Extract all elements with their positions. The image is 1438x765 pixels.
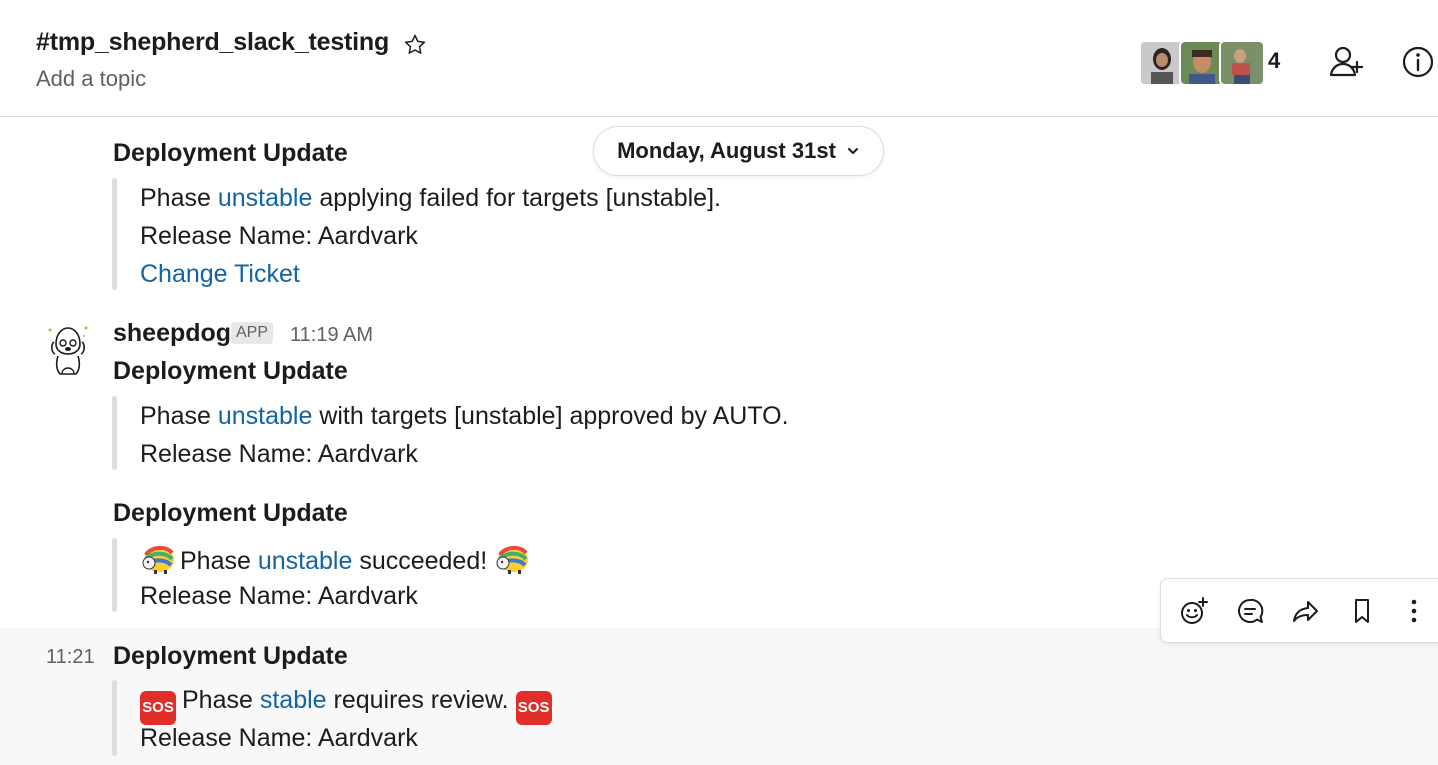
message-text: Phase: [140, 402, 218, 430]
message-title: Deployment Update: [113, 357, 348, 385]
message-line: Phase unstable applying failed for targe…: [140, 183, 721, 213]
phase-link[interactable]: unstable: [218, 184, 313, 212]
phase-link[interactable]: unstable: [258, 547, 353, 575]
date-divider[interactable]: Monday, August 31st: [593, 126, 884, 176]
message-actions-toolbar: [1160, 578, 1438, 643]
message-line: Phase unstable succeeded!: [140, 543, 534, 576]
phase-link[interactable]: unstable: [218, 402, 313, 430]
attachment-bar: [112, 396, 117, 470]
sender-name[interactable]: sheepdog: [113, 318, 231, 348]
member-count[interactable]: 4: [1268, 48, 1280, 74]
release-name: Release Name: Aardvark: [140, 440, 418, 468]
message-text: applying failed for targets [unstable].: [312, 184, 721, 212]
message-title: Deployment Update: [113, 139, 348, 167]
release-name: Release Name: Aardvark: [140, 222, 418, 250]
star-icon[interactable]: [402, 32, 428, 58]
attachment-bar: [112, 680, 117, 756]
message-text: Phase: [140, 184, 218, 212]
attachment-bar: [112, 538, 117, 612]
message-text: requires review.: [326, 686, 509, 714]
message-line: Phase unstable with targets [unstable] a…: [140, 401, 789, 431]
app-badge: APP: [231, 322, 274, 344]
add-member-icon[interactable]: [1326, 42, 1366, 82]
release-name: Release Name: Aardvark: [140, 582, 418, 610]
sos-emoji: SOS: [140, 691, 176, 725]
channel-topic[interactable]: Add a topic: [36, 66, 146, 92]
message-text: with targets [unstable] approved by AUTO…: [312, 402, 789, 430]
share-icon[interactable]: [1290, 595, 1322, 627]
party-sheep-icon: [494, 543, 530, 575]
date-label: Monday, August 31st: [617, 138, 836, 163]
message-text: Phase: [180, 547, 258, 575]
info-icon[interactable]: [1398, 42, 1438, 82]
message-text: Phase: [182, 686, 260, 714]
attachment-bar: [112, 178, 117, 290]
sos-emoji: SOS: [515, 691, 552, 725]
message-title: Deployment Update: [113, 499, 348, 527]
message-line: SOS Phase stable requires review. SOS: [140, 685, 558, 725]
release-name: Release Name: Aardvark: [140, 724, 418, 752]
message-title: Deployment Update: [113, 642, 348, 670]
party-sheep-icon: [140, 543, 176, 575]
avatar: [1219, 40, 1265, 86]
message-timestamp[interactable]: 11:19 AM: [290, 324, 373, 347]
chevron-down-icon: [846, 138, 860, 164]
bookmark-icon[interactable]: [1346, 595, 1378, 627]
phase-link[interactable]: stable: [260, 686, 327, 714]
message-timestamp[interactable]: 11:21: [46, 646, 95, 669]
message-text: succeeded!: [352, 547, 488, 575]
more-actions-icon[interactable]: [1398, 595, 1430, 627]
change-ticket-link[interactable]: Change Ticket: [140, 259, 300, 289]
add-reaction-icon[interactable]: [1178, 595, 1210, 627]
channel-name[interactable]: #tmp_shepherd_slack_testing: [36, 28, 389, 57]
reply-thread-icon[interactable]: [1234, 595, 1266, 627]
sheepdog-avatar[interactable]: [44, 322, 92, 380]
